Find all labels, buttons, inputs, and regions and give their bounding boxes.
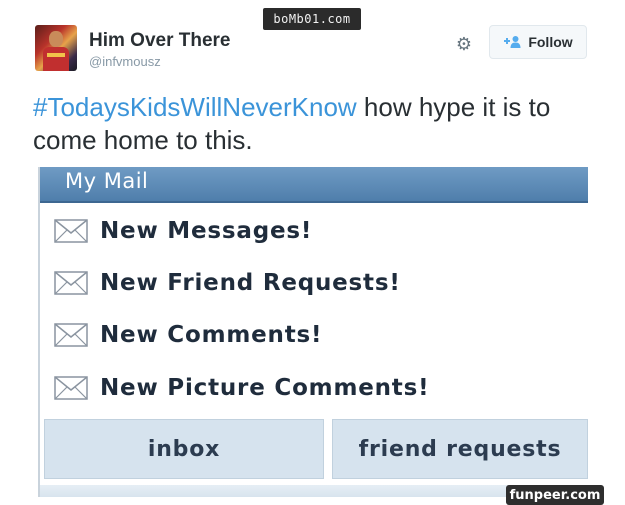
avatar[interactable] [35, 25, 77, 71]
tab-label: friend requests [358, 436, 562, 462]
hashtag-link[interactable]: #TodaysKidsWillNeverKnow [33, 92, 357, 122]
envelope-icon [54, 271, 88, 295]
embedded-screenshot: My Mail New Messages! New Friend Request… [38, 167, 588, 497]
follow-label: Follow [528, 34, 573, 50]
tweet-text: #TodaysKidsWillNeverKnow how hype it is … [33, 91, 603, 157]
mail-item-friend-requests[interactable]: New Friend Requests! [54, 263, 401, 303]
tab-friend-requests[interactable]: friend requests [332, 419, 588, 479]
avatar-band [47, 53, 65, 57]
tab-label: inbox [147, 436, 221, 462]
display-name[interactable]: Him Over There [89, 30, 231, 52]
avatar-body [43, 47, 69, 71]
mail-item-label: New Picture Comments! [100, 375, 430, 401]
mail-title: My Mail [65, 169, 149, 193]
follow-button[interactable]: Follow [489, 25, 587, 59]
tab-inbox[interactable]: inbox [44, 419, 324, 479]
mail-header: My Mail [40, 167, 588, 203]
user-handle[interactable]: @infvmousz [89, 54, 161, 69]
mail-item-label: New Messages! [100, 218, 313, 244]
mail-item-label: New Friend Requests! [100, 270, 401, 296]
mail-item-comments[interactable]: New Comments! [54, 315, 322, 355]
envelope-icon [54, 219, 88, 243]
avatar-face [49, 31, 63, 47]
mail-item-picture-comments[interactable]: New Picture Comments! [54, 368, 429, 408]
gear-icon[interactable]: ⚙ [455, 35, 473, 53]
add-user-icon [503, 35, 521, 49]
watermark-top: boMb01.com [263, 8, 361, 30]
watermark-bottom: funpeer.com [506, 485, 604, 505]
mail-item-messages[interactable]: New Messages! [54, 211, 312, 251]
envelope-icon [54, 376, 88, 400]
mail-item-label: New Comments! [100, 322, 323, 348]
envelope-icon [54, 323, 88, 347]
